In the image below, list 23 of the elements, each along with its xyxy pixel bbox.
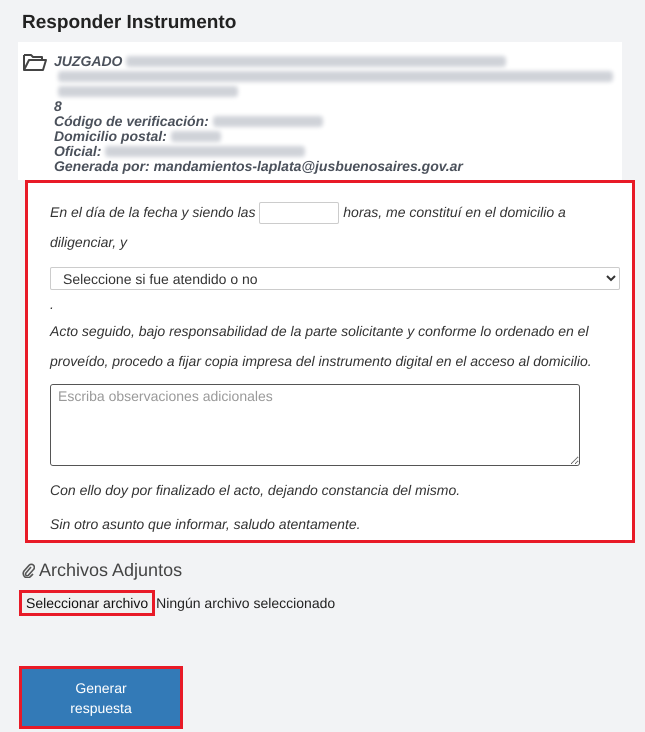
hour-input[interactable]	[259, 202, 340, 224]
file-status: Ningún archivo seleccionado	[156, 595, 336, 611]
field-label: Generada por: mandamientos-laplata@jusbuenosaires.gov.ar	[54, 159, 463, 174]
field-label: Código de verificación:	[54, 114, 209, 129]
period-text: .	[50, 295, 55, 314]
attended-select[interactable]: Seleccione si fue atendido o no	[50, 267, 620, 290]
closing-text: Sin otro asunto que informar, saludo atentamente.	[50, 515, 362, 534]
court-number: 8	[54, 99, 62, 114]
attachments-title: Archivos Adjuntos	[39, 560, 182, 581]
folder-icon	[22, 52, 48, 72]
closing-text: Con ello doy por finalizado el acto, dejando constancia del mismo.	[50, 481, 462, 500]
intro-text: horas, me constituí en el domicilio a	[343, 204, 566, 220]
page-title: Responder Instrumento	[22, 12, 238, 34]
select-file-button[interactable]: Seleccionar archivo	[22, 593, 152, 613]
field-label: Domicilio postal:	[54, 129, 167, 144]
court-label: JUZGADO	[54, 54, 122, 69]
observations-field[interactable]: Escriba observaciones adicionales	[50, 384, 580, 466]
field-label: Oficial:	[54, 144, 102, 159]
action-text: Acto seguido, bajo responsabilidad de la parte solicitante y conforme lo ordenado en el proveído, procedo a fijar copia impresa del instrumento digital en el acceso al domicilio.	[50, 322, 593, 371]
paperclip-icon	[22, 563, 35, 578]
generate-response-button[interactable]: Generar respuesta	[22, 669, 180, 726]
intro-text: En el día de la fecha y siendo las	[50, 204, 256, 220]
intro-text: diligenciar, y	[50, 234, 128, 250]
